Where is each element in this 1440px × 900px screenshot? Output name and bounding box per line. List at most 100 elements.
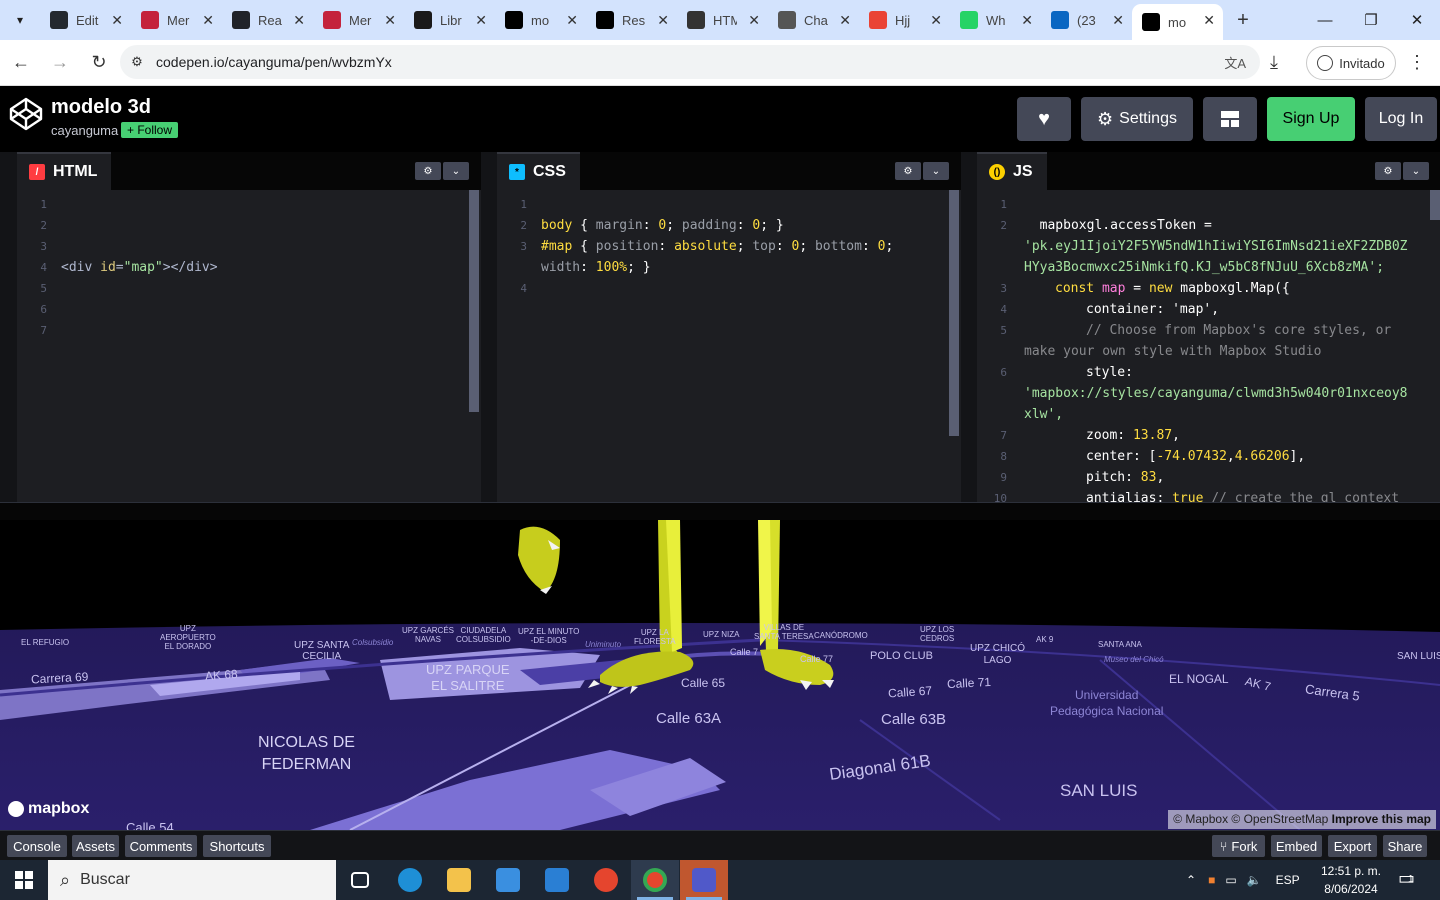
- log-in-button[interactable]: Log In: [1365, 97, 1437, 141]
- sign-up-button[interactable]: Sign Up: [1267, 97, 1355, 141]
- show-hidden-icons-icon[interactable]: ⌃: [1186, 873, 1196, 887]
- js-collapse-chevron-icon[interactable]: ⌄: [1403, 162, 1429, 180]
- browser-tab[interactable]: Res ✕: [586, 0, 677, 40]
- css-scrollbar[interactable]: [949, 190, 959, 436]
- start-button[interactable]: [0, 860, 48, 900]
- browser-tab[interactable]: Hjj ✕: [859, 0, 950, 40]
- assets-button[interactable]: Assets: [72, 835, 119, 857]
- close-tab-icon[interactable]: ✕: [566, 12, 578, 29]
- close-tab-icon[interactable]: ✕: [475, 12, 487, 29]
- pen-author[interactable]: cayanguma: [51, 123, 118, 138]
- js-scrollbar[interactable]: [1430, 190, 1440, 220]
- preview-resizer[interactable]: [0, 502, 1440, 520]
- line-number: 1: [40, 198, 47, 211]
- browser-tab[interactable]: HTM ✕: [677, 0, 768, 40]
- new-tab-button[interactable]: +: [1223, 9, 1263, 32]
- settings-button[interactable]: ⚙ Settings: [1081, 97, 1193, 141]
- close-tab-icon[interactable]: ✕: [293, 12, 305, 29]
- tab-search-chevron-icon[interactable]: ▾: [0, 0, 40, 40]
- fork-button[interactable]: ⑂ Fork: [1212, 835, 1265, 857]
- close-tab-icon[interactable]: ✕: [1021, 12, 1033, 29]
- clock[interactable]: 12:51 p. m. 8/06/2024: [1316, 862, 1386, 898]
- close-tab-icon[interactable]: ✕: [930, 12, 942, 29]
- volume-icon[interactable]: 🔈: [1247, 873, 1262, 887]
- browser-tab[interactable]: Wh ✕: [950, 0, 1041, 40]
- nest-icon: [141, 11, 159, 29]
- console-button[interactable]: Console: [7, 835, 67, 857]
- pen-title[interactable]: modelo 3d: [51, 96, 151, 119]
- tab-js[interactable]: () JS: [977, 152, 1047, 190]
- browser-tab[interactable]: Mer ✕: [313, 0, 404, 40]
- map-label: UPZ LOS CEDROS: [920, 625, 955, 643]
- tab-css[interactable]: * CSS: [497, 152, 580, 190]
- minimize-icon[interactable]: —: [1302, 0, 1348, 40]
- browser-tab[interactable]: Edit ✕: [40, 0, 131, 40]
- store-icon[interactable]: [484, 860, 532, 900]
- browser-tab[interactable]: mo ✕: [495, 0, 586, 40]
- browser-tab[interactable]: mo ✕: [1132, 4, 1223, 40]
- edge-icon[interactable]: [386, 860, 434, 900]
- reload-icon[interactable]: ↻: [81, 45, 117, 81]
- map-label: Calle 54: [126, 820, 174, 830]
- mail-icon[interactable]: [533, 860, 581, 900]
- comments-button[interactable]: Comments: [125, 835, 197, 857]
- close-tab-icon[interactable]: ✕: [1203, 12, 1215, 29]
- teams-icon[interactable]: [680, 860, 728, 900]
- browser-tab[interactable]: Mer ✕: [131, 0, 222, 40]
- task-view-icon[interactable]: [336, 860, 384, 900]
- close-tab-icon[interactable]: ✕: [111, 12, 123, 29]
- html-collapse-chevron-icon[interactable]: ⌄: [443, 162, 469, 180]
- attribution-text[interactable]: © Mapbox © OpenStreetMap: [1173, 812, 1328, 826]
- browser-tab[interactable]: Rea ✕: [222, 0, 313, 40]
- profile-button[interactable]: Invitado: [1306, 46, 1396, 80]
- follow-button[interactable]: + Follow: [121, 122, 179, 138]
- taskbar-search[interactable]: ⌕ Buscar: [48, 860, 336, 900]
- browser-tab[interactable]: (23 ✕: [1041, 0, 1132, 40]
- tab-html[interactable]: / HTML: [17, 152, 112, 190]
- browser-tab[interactable]: Libr ✕: [404, 0, 495, 40]
- preview-map[interactable]: EL REFUGIO UPZ AEROPUERTO EL DORADO UPZ …: [0, 520, 1440, 830]
- improve-map-link[interactable]: Improve this map: [1332, 812, 1431, 826]
- embed-button[interactable]: Embed: [1271, 835, 1322, 857]
- language-indicator[interactable]: ESP: [1276, 873, 1300, 887]
- shortcuts-button[interactable]: Shortcuts: [203, 835, 271, 857]
- app-tray-icon[interactable]: ■: [1208, 873, 1215, 887]
- close-window-icon[interactable]: ✕: [1394, 0, 1440, 40]
- chrome-active-icon[interactable]: [631, 860, 679, 900]
- forward-icon[interactable]: →: [42, 45, 78, 81]
- url-text[interactable]: codepen.io/cayanguma/pen/wvbzmYx: [156, 54, 392, 70]
- network-icon[interactable]: ▭: [1225, 873, 1236, 887]
- download-icon[interactable]: ⤓: [1270, 52, 1278, 73]
- js-settings-gear-icon[interactable]: ⚙: [1375, 162, 1401, 180]
- export-button[interactable]: Export: [1328, 835, 1377, 857]
- notification-icon[interactable]: 1 ▭: [1398, 868, 1420, 890]
- codepen-logo-icon[interactable]: [8, 96, 44, 132]
- close-tab-icon[interactable]: ✕: [384, 12, 396, 29]
- share-button[interactable]: Share: [1383, 835, 1427, 857]
- file-explorer-icon[interactable]: [435, 860, 483, 900]
- mapbox-logo[interactable]: mapbox: [8, 800, 89, 818]
- line-number: 4: [40, 261, 47, 274]
- omnibox[interactable]: ⚙ codepen.io/cayanguma/pen/wvbzmYx 文A: [120, 45, 1260, 79]
- back-icon[interactable]: ←: [3, 45, 39, 81]
- change-view-button[interactable]: [1203, 97, 1257, 141]
- js-code[interactable]: 1 2 3 4 5 6 7 8 9 10 mapboxgl.accessToke…: [977, 194, 1440, 502]
- close-tab-icon[interactable]: ✕: [657, 12, 669, 29]
- map-label: Calle 71: [946, 674, 992, 692]
- close-tab-icon[interactable]: ✕: [202, 12, 214, 29]
- close-tab-icon[interactable]: ✕: [839, 12, 851, 29]
- close-tab-icon[interactable]: ✕: [1112, 12, 1124, 29]
- translate-icon[interactable]: 文A: [1224, 53, 1246, 72]
- site-info-icon[interactable]: ⚙: [120, 54, 154, 70]
- map-label: EL REFUGIO: [21, 638, 70, 647]
- love-button[interactable]: ♥: [1017, 97, 1071, 141]
- html-settings-gear-icon[interactable]: ⚙: [415, 162, 441, 180]
- css-settings-gear-icon[interactable]: ⚙: [895, 162, 921, 180]
- chrome-icon[interactable]: [582, 860, 630, 900]
- restore-icon[interactable]: ❐: [1348, 0, 1394, 40]
- html-scrollbar[interactable]: [469, 190, 479, 412]
- browser-menu-icon[interactable]: ⋮: [1408, 52, 1426, 73]
- close-tab-icon[interactable]: ✕: [748, 12, 760, 29]
- css-collapse-chevron-icon[interactable]: ⌄: [923, 162, 949, 180]
- browser-tab[interactable]: Cha ✕: [768, 0, 859, 40]
